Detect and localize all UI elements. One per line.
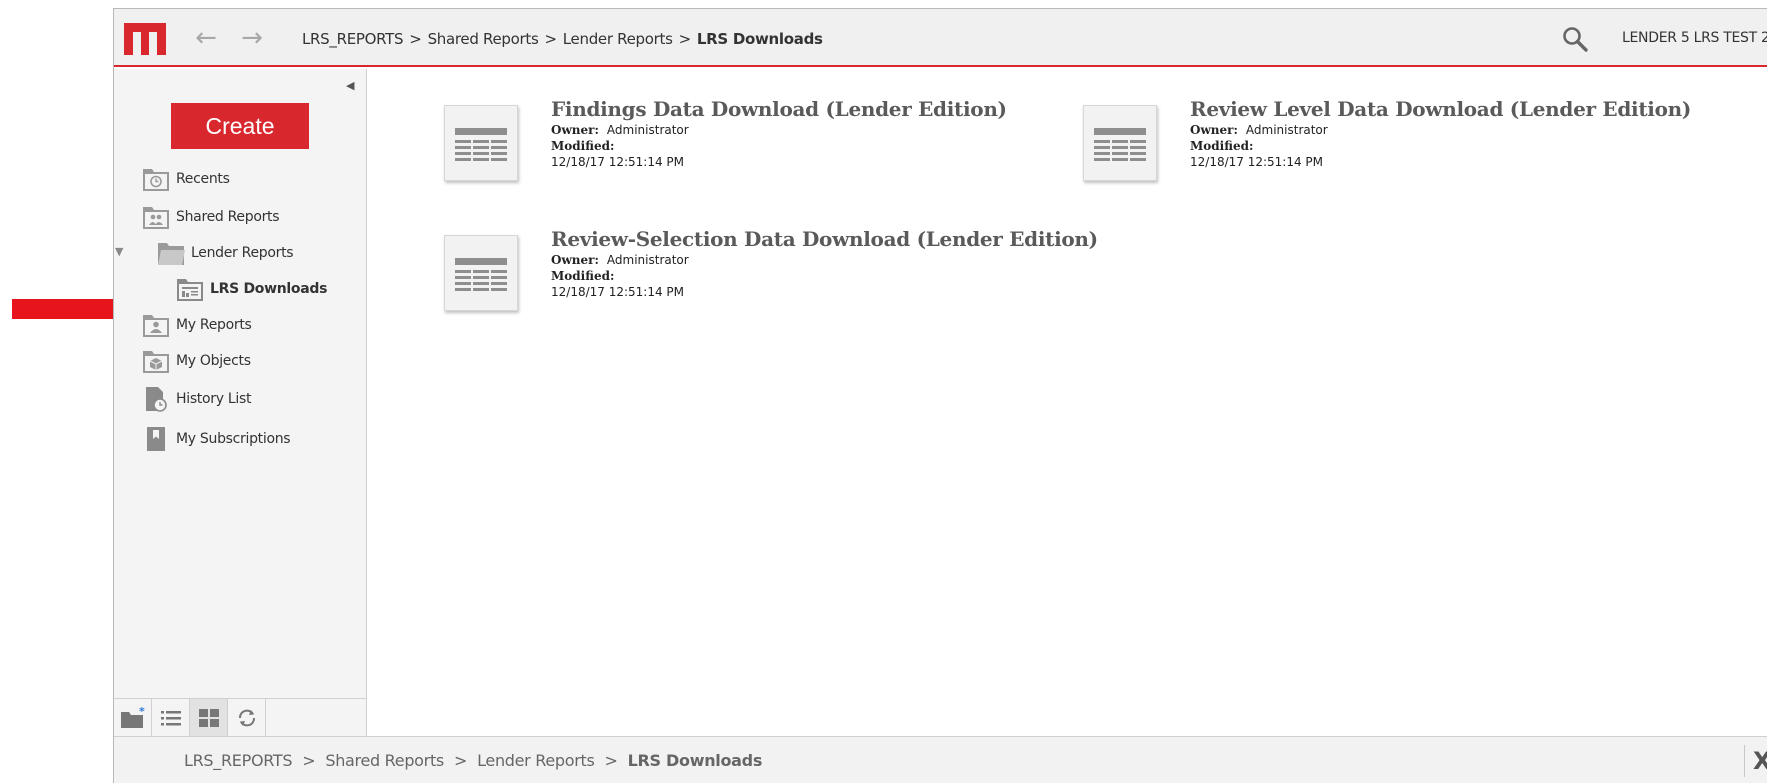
report-title[interactable]: Review Level Data Download (Lender Editi… [1190,97,1691,121]
sidebar-item-label: LRS Downloads [210,281,328,297]
report-owner: Owner: Administrator [551,253,689,267]
sidebar-item-my-subscriptions[interactable]: My Subscriptions [142,424,291,454]
icon-view-icon [198,708,219,727]
breadcrumb-separator: > [604,751,618,770]
svg-text:*: * [139,707,145,718]
bottom-bar: LRS_REPORTS > Shared Reports > Lender Report… [114,736,1767,783]
my-reports-folder-icon [143,315,169,337]
sidebar-item-label: Shared Reports [176,209,280,225]
new-folder-icon: * [120,707,145,728]
new-folder-button[interactable]: * [114,699,152,736]
refresh-button[interactable] [228,699,266,736]
breadcrumb-item[interactable]: Lender Reports [563,30,673,48]
breadcrumb-item[interactable]: Lender Reports [477,751,595,770]
breadcrumb-separator: > [302,751,316,770]
owner-value: Administrator [1245,123,1328,137]
subscriptions-icon [147,427,165,451]
breadcrumb: LRS_REPORTS > Shared Reports > Lender Report… [302,30,823,48]
refresh-icon [238,709,255,726]
collapse-sidebar-icon[interactable]: ◀ [346,79,354,92]
report-title[interactable]: Review-Selection Data Download (Lender E… [551,227,1098,251]
sidebar-item-label: Recents [176,171,230,187]
sidebar-item-recents[interactable]: Recents [142,164,230,194]
breadcrumb-current: LRS Downloads [627,751,763,770]
report-thumbnail-icon [444,235,518,311]
content-area: Findings Data Download (Lender Edition) … [368,69,1767,736]
report-item[interactable]: Review-Selection Data Download (Lender E… [444,227,1098,327]
create-button[interactable]: Create [171,103,309,149]
sidebar-item-label: Lender Reports [191,245,294,261]
sidebar-item-shared-reports[interactable]: Shared Reports [142,202,280,232]
report-owner: Owner: Administrator [1190,123,1328,137]
sidebar-item-label: My Reports [176,317,252,333]
microstrategy-logo-icon[interactable] [124,23,166,55]
breadcrumb-separator: > [409,30,422,48]
report-item[interactable]: Findings Data Download (Lender Edition) … [444,97,1007,197]
report-title[interactable]: Findings Data Download (Lender Edition) [551,97,1007,121]
report-modified-label: Modified: [1190,139,1253,153]
history-list-icon [146,387,167,412]
sidebar-item-history-list[interactable]: History List [142,384,251,414]
sidebar-toolbar: * [114,698,366,736]
sidebar-item-label: My Subscriptions [176,431,291,447]
search-icon[interactable] [1561,25,1589,53]
top-bar: ← → LRS_REPORTS > Shared Reports > Lender Re… [114,9,1767,67]
open-folder-icon [158,243,185,265]
breadcrumb-separator: > [678,30,692,48]
sidebar-item-lender-reports[interactable]: Lender Reports [157,238,294,268]
breadcrumb-item[interactable]: LRS_REPORTS [302,30,404,48]
user-menu[interactable]: LENDER 5 LRS TEST 21 [1622,30,1767,46]
modified-label: Modified: [551,269,615,283]
icon-view-button[interactable] [190,699,228,736]
report-thumbnail-icon [444,105,518,181]
bottom-breadcrumb: LRS_REPORTS > Shared Reports > Lender Report… [184,751,762,770]
forward-arrow-icon[interactable]: → [237,23,267,53]
report-folder-icon [177,279,203,301]
close-button[interactable]: X [1744,745,1767,777]
sidebar-item-lrs-downloads[interactable]: LRS Downloads [176,274,327,304]
sidebar: ◀ Create Recents Shared Reports ▼ Lender… [114,69,367,736]
report-modified-label: Modified: [551,139,614,153]
breadcrumb-item[interactable]: Shared Reports [428,30,539,48]
breadcrumb-item[interactable]: Shared Reports [325,751,444,770]
sidebar-item-my-objects[interactable]: My Objects [142,346,251,376]
report-item[interactable]: Review Level Data Download (Lender Editi… [1083,97,1691,197]
modified-label: Modified: [1190,139,1254,153]
report-owner: Owner: Administrator [551,123,689,137]
owner-label: Owner: [551,253,599,267]
sidebar-item-label: History List [176,391,252,407]
report-modified-date: 12/18/17 12:51:14 PM [1190,155,1324,169]
owner-label: Owner: [551,123,599,137]
breadcrumb-separator: > [453,751,468,770]
objects-folder-icon [143,351,169,373]
list-view-icon [160,710,181,725]
breadcrumb-item[interactable]: LRS_REPORTS [184,751,293,770]
breadcrumb-separator: > [544,30,557,48]
owner-label: Owner: [1190,123,1238,137]
report-thumbnail-icon [1083,105,1157,181]
owner-value: Administrator [606,253,689,267]
recents-folder-icon [143,169,169,191]
modified-label: Modified: [551,139,615,153]
app-window: ← → LRS_REPORTS > Shared Reports > Lender Re… [113,8,1767,783]
report-modified-date: 12/18/17 12:51:14 PM [551,155,685,169]
report-modified-date: 12/18/17 12:51:14 PM [551,285,685,299]
owner-value: Administrator [606,123,689,137]
tree-expand-icon[interactable]: ▼ [115,245,123,258]
back-arrow-icon[interactable]: ← [191,23,221,53]
shared-folder-icon [143,207,169,229]
list-view-button[interactable] [152,699,190,736]
sidebar-item-label: My Objects [176,353,251,369]
sidebar-item-my-reports[interactable]: My Reports [142,310,252,340]
report-modified-label: Modified: [551,269,614,283]
breadcrumb-current: LRS Downloads [696,30,823,48]
